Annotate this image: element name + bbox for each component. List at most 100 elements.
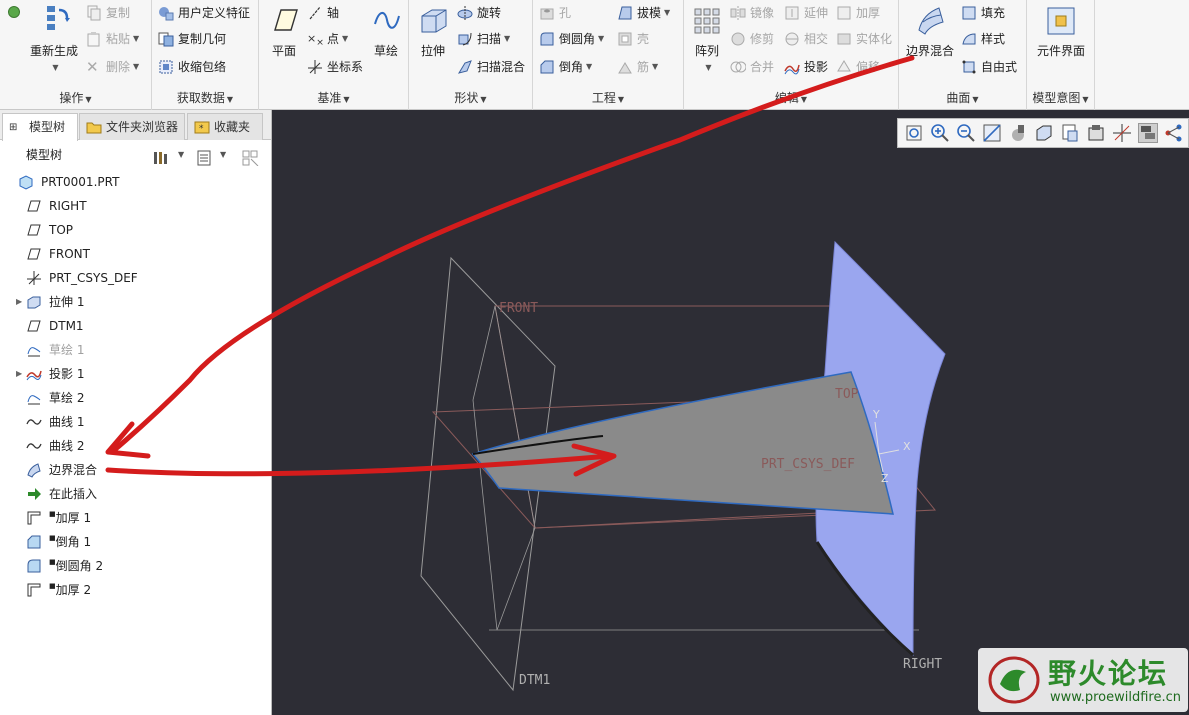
tree-item[interactable]: TOP [0,218,73,242]
group-label-operations[interactable]: 操作 ▼ [0,90,151,106]
sweep-button[interactable]: 扫描 ▼ [457,28,510,50]
curve-icon [26,414,42,430]
tree-item[interactable]: ■ 加厚 1 [0,506,91,530]
tree-item[interactable]: 曲线 2 [0,434,84,458]
draft-button[interactable]: 拔模 ▼ [617,2,670,24]
label-dtm1: DTM1 [519,673,550,688]
view-manager-icon[interactable] [1060,123,1080,143]
tree-columns-icon[interactable] [242,147,260,177]
thicken-button[interactable]: 加厚 [836,2,880,24]
expand-icon[interactable]: ▶ [16,362,26,386]
tree-item[interactable]: 曲线 1 [0,410,84,434]
paste-button[interactable]: 粘贴 ▼ [86,28,139,50]
group-label-editing[interactable]: 编辑 ▼ [684,90,898,106]
graphics-viewport[interactable]: FRONT TOP PRT_CSYS_DEF RIGHT DTM1 X Y Z … [273,110,1189,715]
solidify-button[interactable]: 实体化 [836,28,892,50]
shrinkwrap-button[interactable]: 收缩包络 [158,56,226,78]
tree-filter-icon[interactable] [196,147,212,177]
sketch-label: 草绘 [373,44,398,58]
round-button[interactable]: 倒圆角 ▼ [539,28,604,50]
tree-item[interactable]: 边界混合 [0,458,97,482]
tree-item[interactable]: ▶ 投影 1 [0,362,84,386]
rib-button[interactable]: 筋 ▼ [617,56,658,78]
offset-button[interactable]: 偏移 [836,56,880,78]
freestyle-button[interactable]: 自由式 [961,56,1017,78]
tree-filter-dropdown-icon[interactable]: ▼ [220,140,226,170]
point-label: 点 [327,32,340,46]
chamfer-icon [539,59,555,75]
revolve-button[interactable]: 旋转 [457,2,501,24]
copy-geometry-button[interactable]: 复制几何 [158,28,226,50]
fill-button[interactable]: 填充 [961,2,1005,24]
tree-item[interactable]: DTM1 [0,314,84,338]
tab-favorites[interactable]: * 收藏夹 [187,113,263,140]
pattern-button[interactable]: 阵列 ▼ [688,4,726,73]
perspective-icon[interactable] [1086,123,1106,143]
curve-icon [26,438,42,454]
point-button[interactable]: ×× 点 ▼ [307,28,348,50]
offset-icon [836,59,852,75]
chamfer-button[interactable]: 倒角 ▼ [539,56,592,78]
zoom-out-icon[interactable] [956,123,976,143]
group-label-get-data[interactable]: 获取数据 ▼ [152,90,258,106]
copy-button[interactable]: 复制 [86,2,130,24]
insert-here-icon [26,486,42,502]
tree-item[interactable]: PRT_CSYS_DEF [0,266,138,290]
spin-center-icon[interactable] [1164,123,1184,143]
display-style-icon[interactable] [1008,123,1028,143]
mirror-button[interactable]: 镜像 [730,2,774,24]
boundary-blend-button[interactable]: 边界混合 [903,4,957,59]
tree-item[interactable]: RIGHT [0,194,87,218]
tree-item[interactable]: ■ 倒角 1 [0,530,91,554]
merge-button[interactable]: 合并 [730,56,774,78]
extrude-button[interactable]: 拉伸 [413,4,453,59]
group-label-engineering[interactable]: 工程 ▼ [533,90,683,106]
extend-button[interactable]: 延伸 [784,2,828,24]
repaint-icon[interactable] [982,123,1002,143]
style-button[interactable]: 样式 [961,28,1005,50]
csys-icon [26,270,42,286]
tab-model-tree[interactable]: ⊞ 模型树 [2,113,78,141]
delete-button[interactable]: ✕ 删除 ▼ [86,56,139,78]
tab-folder-browser[interactable]: 文件夹浏览器 [79,113,185,140]
udf-button[interactable]: 用户定义特征 [158,2,250,24]
shell-button[interactable]: 壳 [617,28,649,50]
refit-icon[interactable] [904,123,924,143]
offset-label: 偏移 [856,60,881,74]
saved-orientations-icon[interactable] [1034,123,1054,143]
zoom-in-icon[interactable] [930,123,950,143]
hole-button[interactable]: 孔 [539,2,571,24]
tree-item[interactable]: ■ 加厚 2 [0,578,91,602]
boundary-blend-surface[interactable] [471,371,894,515]
copy-label: 复制 [106,6,131,20]
tree-item[interactable]: FRONT [0,242,90,266]
solidify-label: 实体化 [856,32,893,46]
trim-button[interactable]: 修剪 [730,28,774,50]
udf-label: 用户定义特征 [178,6,251,20]
group-label-shapes[interactable]: 形状 ▼ [409,90,532,106]
axis-button[interactable]: 轴 [307,2,339,24]
group-label-model-intent[interactable]: 模型意图 ▼ [1027,90,1094,106]
regenerate-button[interactable]: 重新生成 ▼ [26,4,82,73]
tree-settings-dropdown-icon[interactable]: ▼ [178,140,184,170]
swept-blend-button[interactable]: 扫描混合 [457,56,525,78]
tree-settings-icon[interactable] [152,147,170,177]
project-button[interactable]: 投影 [784,56,828,78]
csys-button[interactable]: 坐标系 [307,56,363,78]
component-interface-button[interactable]: 元件界面 [1031,4,1091,59]
plane-button[interactable]: 平面 [265,4,303,59]
tree-item[interactable]: ▶ 拉伸 1 [0,290,84,314]
annotation-display-icon[interactable] [1138,123,1158,143]
tree-item-label: FRONT [49,247,90,261]
group-label-datum[interactable]: 基准 ▼ [259,90,408,106]
group-label-surfaces[interactable]: 曲面 ▼ [899,90,1026,106]
intersect-button[interactable]: 相交 [784,28,828,50]
expand-icon[interactable]: ▶ [16,290,26,314]
tree-item[interactable]: 草绘 1 [0,338,84,362]
tree-item[interactable]: 草绘 2 [0,386,84,410]
sketch-button[interactable]: 草绘 [367,4,405,59]
datum-display-icon[interactable] [1112,123,1132,143]
project-label: 投影 [804,60,829,74]
tree-item[interactable]: PRT0001.PRT [0,170,119,194]
tree-item-label: 草绘 1 [49,343,85,357]
